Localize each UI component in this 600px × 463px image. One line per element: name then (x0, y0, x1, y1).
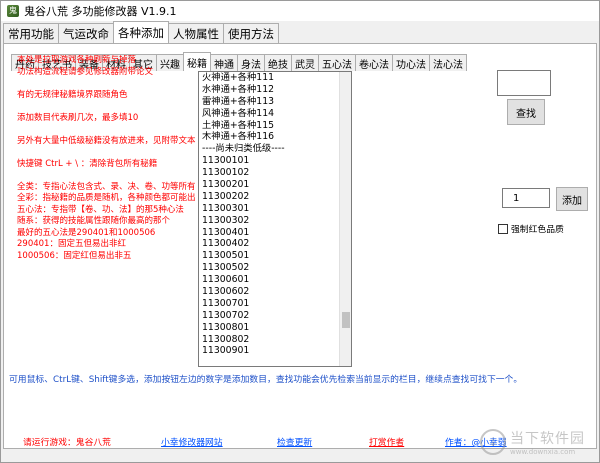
tab-usage[interactable]: 使用方法 (223, 23, 279, 43)
list-item[interactable]: ----尚未归类低级---- (202, 143, 340, 155)
watermark-cn: 当下软件园 (510, 431, 585, 447)
note-spacer (17, 170, 201, 182)
list-item[interactable]: 11300401 (202, 227, 340, 239)
list-item[interactable]: 11300901 (202, 345, 340, 357)
note-line: 另外有大量中低级秘籍没有放进来，见附带文本 (17, 135, 196, 146)
footer-donate-link[interactable]: 打赏作者 (369, 435, 404, 448)
list-item[interactable]: 11300101 (202, 155, 340, 167)
list-item[interactable]: 火神通+各种111 (202, 72, 340, 84)
tab-attributes[interactable]: 人物属性 (168, 23, 224, 43)
watermark-text: 当下软件园 www.downxia.com (510, 428, 585, 456)
note-line: 最好的五心法是290401和1000506 (17, 227, 156, 238)
list-item[interactable]: 11300102 (202, 167, 340, 179)
note-line: 有的无规律秘籍境界跟随角色 (17, 89, 128, 100)
subtab-method-heart[interactable]: 法心法 (429, 54, 467, 71)
note-line: 随系：获得的技能属性跟随你最高的那个 (17, 216, 171, 226)
note-line: 290401：固定五但易出非红 (17, 239, 126, 249)
list-item[interactable]: 11300802 (202, 334, 340, 346)
force-red-label: 强制红色品质 (511, 225, 564, 235)
subtab-ultimate[interactable]: 绝技 (264, 54, 292, 71)
list-item[interactable]: 11300501 (202, 250, 340, 262)
force-red-option[interactable]: 强制红色品质 (498, 222, 564, 235)
note-line: 五心法：专指带【卷、功、法】的那5种心法 (17, 204, 184, 215)
subtab-movement[interactable]: 身法 (237, 54, 265, 71)
list-item[interactable]: 11300702 (202, 310, 340, 322)
add-button[interactable]: 添加 (556, 187, 588, 211)
listbox-scrollbar[interactable] (339, 72, 351, 366)
footer-site-link[interactable]: 小幸修改器网站 (161, 435, 223, 448)
note-line: 1000506：固定红但易出非五 (17, 250, 132, 261)
main-tab-bar: 常用功能 气运改命 各种添加 人物属性 使用方法 (3, 21, 279, 43)
secret-book-listbox[interactable]: 火神通+各种111 水神通+各种112 雷神通+各种113 风神通+各种114 … (198, 71, 352, 367)
subtab-scroll-heart[interactable]: 卷心法 (355, 54, 393, 71)
list-item[interactable]: 土神通+各种115 (202, 120, 340, 132)
window-title: 鬼谷八荒 多功能修改器 V1.9.1 (24, 5, 177, 18)
title-bar: 鬼 鬼谷八荒 多功能修改器 V1.9.1 (1, 1, 599, 21)
tab-fortune[interactable]: 气运改命 (58, 23, 114, 43)
note-spacer (17, 147, 201, 159)
list-item[interactable]: 风神通+各种114 (202, 108, 340, 120)
list-item[interactable]: 11300502 (202, 262, 340, 274)
search-input[interactable] (497, 70, 551, 96)
quantity-input[interactable]: 1 (502, 188, 550, 208)
list-item[interactable]: 11300301 (202, 203, 340, 215)
note-line: 全类：专指心法包含式、录、决、卷、功等所有 (17, 181, 196, 192)
usage-hint: 可用鼠标、CtrL键、Shift键多选，添加按钮左边的数字是添加数目，查找功能会… (9, 375, 523, 385)
note-line: 功法构造流程请参见修改器附带论文 (17, 66, 154, 77)
listbox-items: 火神通+各种111 水神通+各种112 雷神通+各种113 风神通+各种114 … (202, 72, 340, 357)
note-line: 快捷键 CtrL + \ ：清除背包所有秘籍 (17, 158, 158, 169)
note-line: 全彩：指秘籍的品质是随机，各种颜色都可能出 (17, 193, 196, 203)
force-red-checkbox[interactable] (498, 223, 508, 234)
subtab-skill-heart[interactable]: 功心法 (392, 54, 430, 71)
list-item[interactable]: 11300801 (202, 322, 340, 334)
app-logo-icon: 鬼 (7, 5, 19, 17)
tab-add-items[interactable]: 各种添加 (113, 21, 169, 43)
app-window: 鬼 鬼谷八荒 多功能修改器 V1.9.1 常用功能 气运改命 各种添加 人物属性… (0, 0, 600, 463)
list-item[interactable]: 木神通+各种116 (202, 131, 340, 143)
subtab-martial-spirit[interactable]: 武灵 (291, 54, 319, 71)
list-item[interactable]: 11300701 (202, 298, 340, 310)
list-item[interactable]: 11300602 (202, 286, 340, 298)
list-item[interactable]: 11300201 (202, 179, 340, 191)
instruction-notes: 本处是拉取游戏各种刷新与掉落 功法构造流程请参见修改器附带论文 有的无规律秘籍境… (17, 55, 201, 262)
list-item[interactable]: 水神通+各种112 (202, 84, 340, 96)
scrollbar-thumb[interactable] (342, 312, 350, 328)
list-item[interactable]: 11300302 (202, 215, 340, 227)
watermark-en: www.downxia.com (510, 448, 576, 456)
footer-game-notice: 请运行游戏：鬼谷八荒 (23, 438, 111, 448)
note-spacer (17, 78, 201, 90)
list-item[interactable]: 11300402 (202, 238, 340, 250)
note-line: 本处是拉取游戏各种刷新与掉落 (17, 55, 137, 65)
watermark-logo-icon: ↓ (480, 429, 506, 455)
list-item[interactable]: 11300601 (202, 274, 340, 286)
list-item[interactable]: 雷神通+各种113 (202, 96, 340, 108)
subtab-five-heart[interactable]: 五心法 (318, 54, 356, 71)
find-button[interactable]: 查找 (507, 99, 545, 125)
note-spacer (17, 101, 201, 113)
tab-common[interactable]: 常用功能 (3, 23, 59, 43)
footer-update-link[interactable]: 检查更新 (277, 435, 312, 448)
list-item[interactable]: 11300202 (202, 191, 340, 203)
note-line: 添加数目代表刷几次，最多填10 (17, 112, 139, 123)
watermark: ↓ 当下软件园 www.downxia.com (480, 428, 585, 456)
note-spacer (17, 124, 201, 136)
subtab-divine-power[interactable]: 神通 (210, 54, 238, 71)
